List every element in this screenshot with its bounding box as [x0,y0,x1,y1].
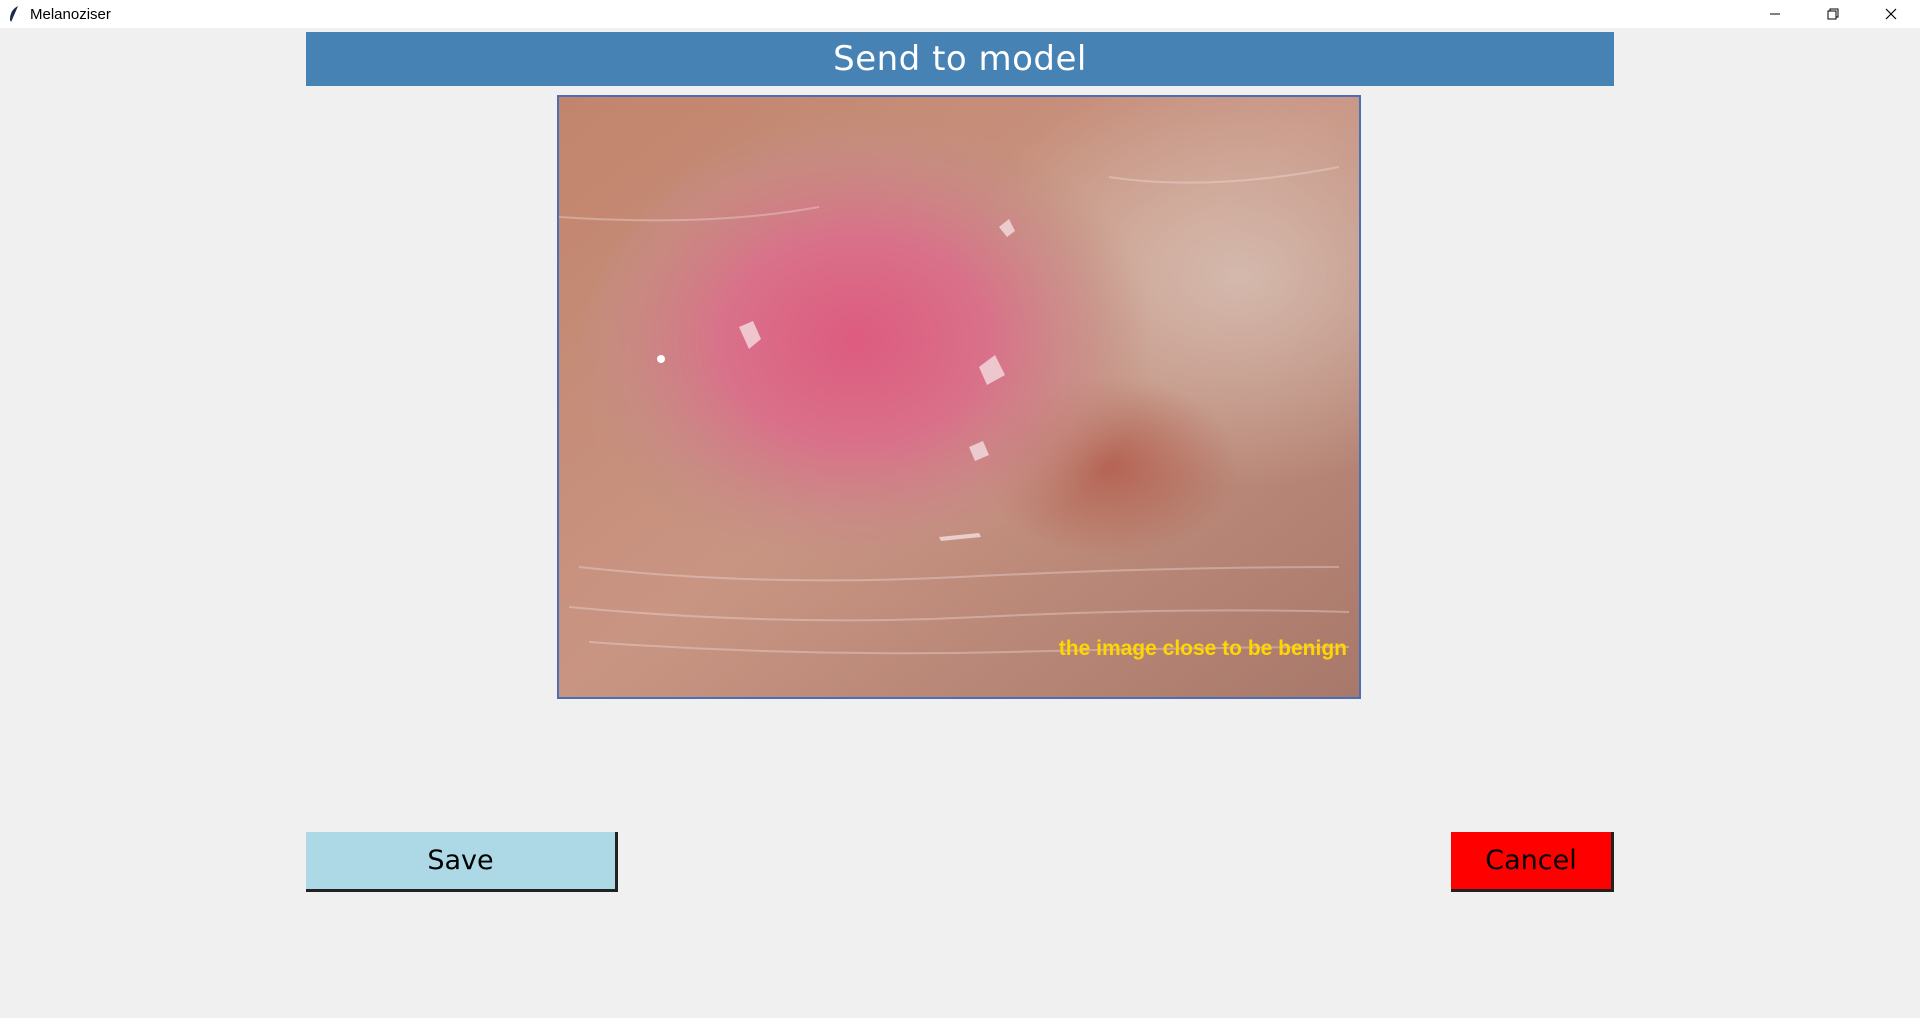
header-banner: Send to model [306,32,1614,86]
feather-icon [6,6,22,22]
close-icon [1885,5,1897,24]
skin-lesion-image [559,97,1359,697]
minimize-button[interactable] [1746,0,1804,28]
window-titlebar: Melanoziser [0,0,1920,28]
save-button[interactable]: Save [306,832,618,892]
prediction-overlay-text: the image close to be benign [1058,637,1347,660]
window-title: Melanoziser [30,5,111,23]
page-title: Send to model [833,39,1087,79]
restore-button[interactable] [1804,0,1862,28]
minimize-icon [1769,5,1781,24]
cancel-button[interactable]: Cancel [1451,832,1614,892]
close-button[interactable] [1862,0,1920,28]
window-controls [1746,0,1920,28]
restore-icon [1827,5,1839,24]
image-preview-panel: the image close to be benign [557,95,1361,699]
